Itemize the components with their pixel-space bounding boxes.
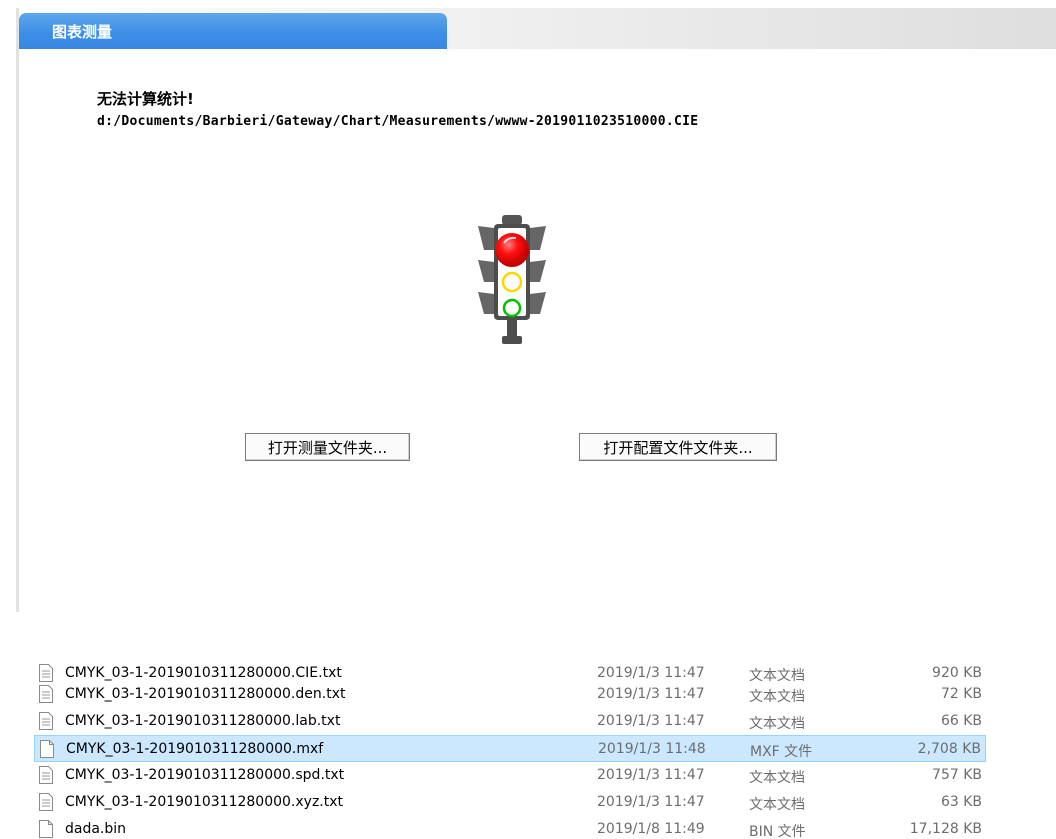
- file-row[interactable]: dada.bin 2019/1/8 11:49 BIN 文件 17,128 KB: [34, 816, 986, 839]
- file-name: dada.bin: [65, 821, 127, 837]
- file-row[interactable]: CMYK_03-1-2019010311280000.xyz.txt 2019/…: [34, 789, 986, 816]
- error-file-path: d:/Documents/Barbieri/Gateway/Chart/Meas…: [97, 114, 699, 129]
- error-title: 无法计算统计!: [97, 90, 194, 108]
- file-date: 2019/1/3 11:47: [597, 767, 705, 783]
- file-type: 文本文档: [749, 797, 805, 813]
- file-row-selected[interactable]: CMYK_03-1-2019010311280000.mxf 2019/1/3 …: [34, 735, 986, 762]
- file-row[interactable]: CMYK_03-1-2019010311280000.den.txt 2019/…: [34, 681, 986, 708]
- file-type: BIN 文件: [749, 824, 806, 839]
- file-name: CMYK_03-1-2019010311280000.mxf: [66, 741, 324, 757]
- file-size: 757 KB: [932, 767, 982, 783]
- file-type: 文本文档: [749, 689, 805, 705]
- file-size: 2,708 KB: [917, 741, 981, 757]
- file-size: 17,128 KB: [909, 821, 982, 837]
- open-measurement-folder-button[interactable]: 打开测量文件夹...: [245, 433, 410, 461]
- file-size: 72 KB: [940, 686, 982, 702]
- file-name: CMYK_03-1-2019010311280000.den.txt: [65, 686, 346, 702]
- file-name: CMYK_03-1-2019010311280000.lab.txt: [65, 713, 341, 729]
- text-file-icon: [39, 766, 53, 784]
- blank-file-icon: [39, 820, 53, 838]
- file-date: 2019/1/3 11:47: [597, 686, 705, 702]
- file-date: 2019/1/3 11:47: [597, 794, 705, 810]
- traffic-light-icon: [478, 215, 546, 344]
- file-row[interactable]: CMYK_03-1-2019010311280000.lab.txt 2019/…: [34, 708, 986, 735]
- file-list: CMYK_03-1-2019010311280000.CIE.txt 2019/…: [34, 660, 1056, 839]
- tab-strip: 图表测量: [19, 8, 1056, 49]
- open-config-folder-button[interactable]: 打开配置文件文件夹...: [579, 433, 777, 461]
- file-type: 文本文档: [749, 770, 805, 786]
- file-type: MXF 文件: [750, 744, 813, 760]
- file-date: 2019/1/3 11:47: [597, 665, 705, 681]
- file-size: 63 KB: [940, 794, 982, 810]
- file-row[interactable]: CMYK_03-1-2019010311280000.spd.txt 2019/…: [34, 762, 986, 789]
- file-size: 920 KB: [932, 665, 982, 681]
- file-name: CMYK_03-1-2019010311280000.CIE.txt: [65, 665, 342, 681]
- file-size: 66 KB: [940, 713, 982, 729]
- blank-file-icon: [40, 740, 54, 758]
- file-date: 2019/1/3 11:48: [598, 741, 706, 757]
- tab-label: 图表测量: [52, 23, 113, 41]
- file-name: CMYK_03-1-2019010311280000.xyz.txt: [65, 794, 344, 810]
- file-date: 2019/1/8 11:49: [597, 821, 705, 837]
- tab-chart-measurement[interactable]: 图表测量: [19, 13, 447, 49]
- text-file-icon: [39, 793, 53, 811]
- file-type: 文本文档: [749, 716, 805, 732]
- chart-measurement-dialog: 图表测量 无法计算统计! d:/Documents/Barbieri/Gatew…: [16, 8, 1056, 612]
- file-date: 2019/1/3 11:47: [597, 713, 705, 729]
- text-file-icon: [39, 685, 53, 703]
- text-file-icon: [39, 664, 53, 682]
- file-name: CMYK_03-1-2019010311280000.spd.txt: [65, 767, 345, 783]
- text-file-icon: [39, 712, 53, 730]
